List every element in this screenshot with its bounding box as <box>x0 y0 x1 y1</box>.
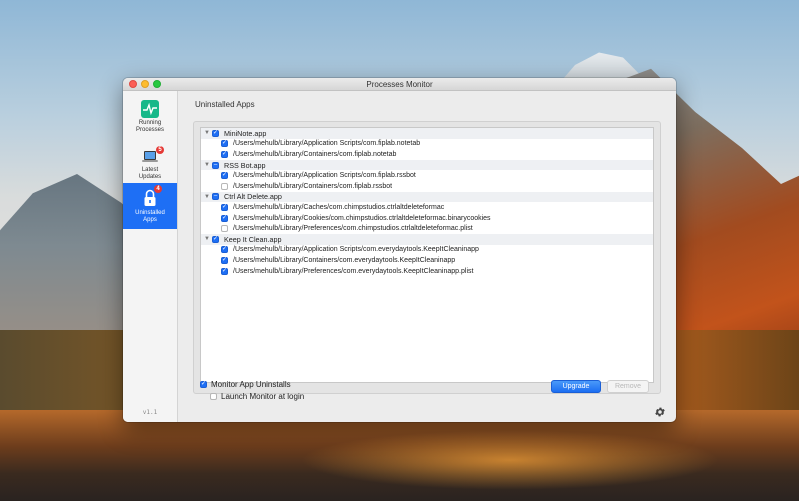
app-group-row[interactable]: ▼ – RSS Bot.app <box>201 159 653 171</box>
file-path: /Users/mehulb/Library/Containers/com.eve… <box>233 256 456 264</box>
file-checkbox[interactable]: ✓ <box>221 150 228 158</box>
files-outline-view[interactable]: ▼ ✓ MiniNote.app ✓ /Users/mehulb/Library… <box>200 127 654 383</box>
file-row[interactable]: ✓ /Users/mehulb/Library/Application Scri… <box>201 245 653 256</box>
sidebar-item-label: Running <box>138 120 162 126</box>
sidebar-item-uninstalled-apps[interactable]: 4 Uninstalled Apps <box>123 183 177 229</box>
section-title: Uninstalled Apps <box>195 100 255 109</box>
sidebar: Running Processes 5 Latest Updates 4 Uni… <box>123 91 178 422</box>
app-group-row[interactable]: ▼ – Ctrl Alt Delete.app <box>201 191 653 203</box>
file-checkbox[interactable]: ✓ <box>221 203 228 211</box>
uninstalled-apps-box: ▼ ✓ MiniNote.app ✓ /Users/mehulb/Library… <box>193 121 661 394</box>
laptop-icon: 5 <box>141 146 164 164</box>
sidebar-item-running-processes[interactable]: Running Processes <box>123 95 177 141</box>
app-checkbox[interactable]: – <box>212 193 219 201</box>
zoom-window-button[interactable] <box>153 80 161 88</box>
file-path: /Users/mehulb/Library/Cookies/com.chimps… <box>233 214 491 222</box>
file-path: /Users/mehulb/Library/Application Script… <box>233 140 421 148</box>
file-checkbox[interactable]: ✓ <box>221 172 228 180</box>
launch-at-login-option[interactable]: Launch Monitor at login <box>210 392 304 401</box>
sidebar-item-label: Processes <box>135 127 164 133</box>
app-name: Ctrl Alt Delete.app <box>224 192 282 202</box>
monitor-uninstalls-checkbox[interactable]: ✓ <box>200 381 207 388</box>
launch-at-login-checkbox[interactable] <box>210 393 217 400</box>
app-group-row[interactable]: ▼ ✓ MiniNote.app <box>201 128 653 139</box>
disclosure-triangle-icon[interactable]: ▼ <box>204 162 210 168</box>
file-checkbox[interactable]: ✓ <box>221 267 228 275</box>
disclosure-triangle-icon[interactable]: ▼ <box>204 194 210 200</box>
main-content: Uninstalled Apps ▼ ✓ MiniNote.app ✓ /Use… <box>178 91 676 422</box>
file-row[interactable]: ✓ /Users/mehulb/Library/Application Scri… <box>201 170 653 181</box>
disclosure-triangle-icon[interactable]: ▼ <box>204 130 210 136</box>
sidebar-item-label: Uninstalled <box>135 210 165 216</box>
file-row[interactable]: /Users/mehulb/Library/Preferences/com.ch… <box>201 223 653 234</box>
file-path: /Users/mehulb/Library/Caches/com.chimpst… <box>233 203 445 211</box>
title-bar[interactable]: Processes Monitor <box>123 78 676 91</box>
file-row[interactable]: ✓ /Users/mehulb/Library/Application Scri… <box>201 139 653 150</box>
file-checkbox[interactable]: ✓ <box>221 256 228 264</box>
sidebar-item-label: Apps <box>143 217 157 223</box>
updates-count-badge: 5 <box>156 146 164 154</box>
version-label: v1.1 <box>142 409 158 416</box>
file-checkbox[interactable]: ✓ <box>221 214 228 222</box>
sidebar-item-label: Latest <box>141 167 159 173</box>
file-path: /Users/mehulb/Library/Preferences/com.ev… <box>233 267 474 275</box>
pulse-icon <box>141 100 159 118</box>
file-checkbox[interactable]: ✓ <box>221 246 228 254</box>
upgrade-button[interactable]: Upgrade <box>551 380 601 393</box>
sidebar-item-label: Updates <box>138 174 162 180</box>
file-row[interactable]: ✓ /Users/mehulb/Library/Containers/com.e… <box>201 255 653 266</box>
file-checkbox[interactable] <box>221 182 228 190</box>
window-controls <box>129 80 161 88</box>
file-row[interactable]: /Users/mehulb/Library/Containers/com.fip… <box>201 181 653 192</box>
remove-button[interactable]: Remove <box>607 380 649 393</box>
file-path: /Users/mehulb/Library/Application Script… <box>233 172 416 180</box>
monitor-uninstalls-option[interactable]: ✓ Monitor App Uninstalls <box>200 380 291 389</box>
app-checkbox[interactable]: – <box>212 161 219 169</box>
file-path: /Users/mehulb/Library/Application Script… <box>233 246 479 254</box>
app-group-row[interactable]: ▼ ✓ Keep It Clean.app <box>201 233 653 245</box>
monitor-uninstalls-label: Monitor App Uninstalls <box>211 380 291 389</box>
file-checkbox[interactable] <box>221 225 228 233</box>
app-window: Processes Monitor Running Processes 5 La… <box>123 78 676 422</box>
app-checkbox[interactable]: ✓ <box>212 129 219 137</box>
window-title: Processes Monitor <box>366 79 433 89</box>
app-name: Keep It Clean.app <box>224 234 282 244</box>
app-checkbox[interactable]: ✓ <box>212 235 219 243</box>
uninstalled-count-badge: 4 <box>154 185 162 193</box>
app-name: RSS Bot.app <box>224 160 266 170</box>
file-row[interactable]: ✓ /Users/mehulb/Library/Caches/com.chimp… <box>201 202 653 213</box>
file-row[interactable]: ✓ /Users/mehulb/Library/Preferences/com.… <box>201 266 653 277</box>
file-path: /Users/mehulb/Library/Containers/com.fip… <box>233 182 393 190</box>
gear-icon[interactable] <box>654 406 666 418</box>
file-path: /Users/mehulb/Library/Preferences/com.ch… <box>233 225 473 233</box>
file-path: /Users/mehulb/Library/Containers/com.fip… <box>233 150 397 158</box>
disclosure-triangle-icon[interactable]: ▼ <box>204 236 210 242</box>
app-name: MiniNote.app <box>224 128 267 138</box>
launch-at-login-label: Launch Monitor at login <box>221 392 305 401</box>
close-window-button[interactable] <box>129 80 137 88</box>
file-row[interactable]: ✓ /Users/mehulb/Library/Cookies/com.chim… <box>201 213 653 224</box>
file-row[interactable]: ✓ /Users/mehulb/Library/Containers/com.f… <box>201 149 653 160</box>
lock-icon: 4 <box>143 185 162 207</box>
minimize-window-button[interactable] <box>141 80 149 88</box>
file-checkbox[interactable]: ✓ <box>221 140 228 148</box>
